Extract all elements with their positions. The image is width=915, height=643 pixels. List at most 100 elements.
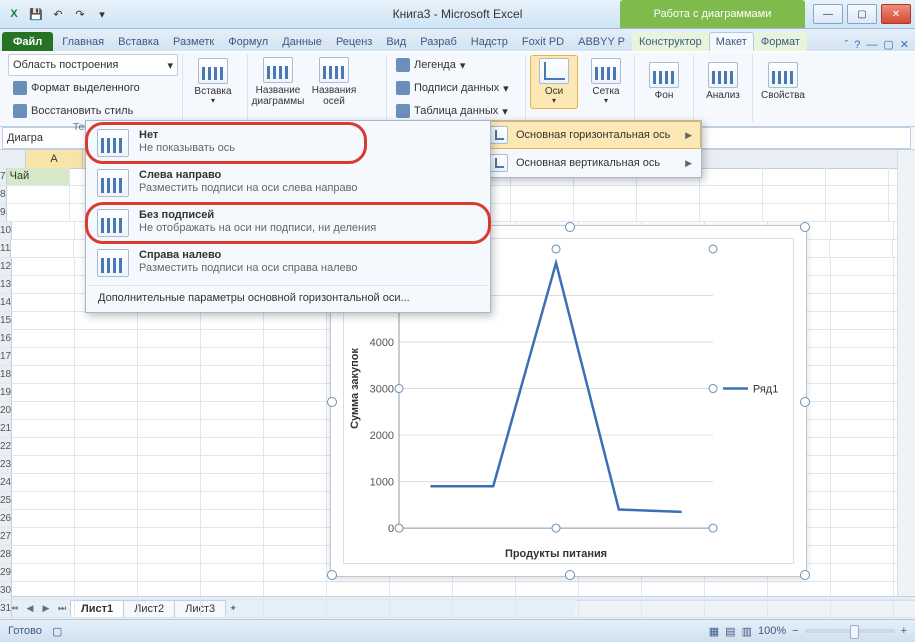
cell[interactable] (12, 546, 75, 563)
cell[interactable] (264, 384, 327, 401)
cell[interactable] (826, 204, 889, 221)
cell[interactable] (574, 186, 637, 203)
cell[interactable] (700, 204, 763, 221)
cell[interactable] (763, 168, 826, 185)
cell[interactable] (511, 186, 574, 203)
cell[interactable]: Чай (7, 168, 70, 185)
view-page-icon[interactable]: ▤ (725, 625, 735, 638)
cell[interactable] (831, 420, 894, 437)
help-icon[interactable]: ? (854, 39, 860, 51)
gridlines-button[interactable]: Сетка▾ (582, 55, 630, 109)
cell[interactable] (264, 438, 327, 455)
insert-button[interactable]: Вставка▾ (187, 55, 239, 109)
tab-chart-layout[interactable]: Макет (709, 32, 754, 51)
cell[interactable] (75, 564, 138, 581)
save-icon[interactable]: 💾 (26, 4, 46, 24)
row-header[interactable]: 26 (0, 510, 12, 527)
cell[interactable] (642, 600, 705, 617)
chart-title-button[interactable]: Название диаграммы (252, 55, 304, 109)
cell[interactable] (831, 366, 894, 383)
cell[interactable] (138, 492, 201, 509)
cell[interactable] (12, 564, 75, 581)
close-button[interactable]: ✕ (881, 4, 911, 24)
cell[interactable] (201, 474, 264, 491)
cell[interactable] (138, 420, 201, 437)
row-header[interactable]: 27 (0, 528, 12, 545)
cell[interactable] (516, 600, 579, 617)
cell[interactable] (12, 510, 75, 527)
cell[interactable] (831, 492, 894, 509)
cell[interactable] (831, 600, 894, 617)
cell[interactable] (768, 600, 831, 617)
cell[interactable] (12, 600, 75, 617)
tab-home[interactable]: Главная (55, 32, 111, 51)
cell[interactable] (264, 510, 327, 527)
cell[interactable] (264, 492, 327, 509)
cell[interactable] (75, 330, 138, 347)
tab-view[interactable]: Вид (379, 32, 413, 51)
axis-option-rtl[interactable]: Справа налевоРазместить подписи на оси с… (88, 243, 488, 283)
cell[interactable] (831, 312, 894, 329)
cell[interactable] (264, 564, 327, 581)
cell[interactable] (75, 456, 138, 473)
cell[interactable] (138, 366, 201, 383)
cell[interactable] (12, 582, 75, 599)
cell[interactable] (264, 402, 327, 419)
zoom-in-button[interactable]: + (901, 625, 907, 637)
cell[interactable] (831, 402, 894, 419)
cell[interactable] (138, 474, 201, 491)
cell[interactable] (826, 186, 889, 203)
doc-close-icon[interactable]: ✕ (900, 38, 909, 51)
cell[interactable] (201, 582, 264, 599)
tab-design[interactable]: Конструктор (632, 32, 709, 51)
cell[interactable] (138, 546, 201, 563)
cell[interactable] (201, 420, 264, 437)
axis-option-none[interactable]: НетНе показывать ось (88, 123, 488, 163)
cell[interactable] (831, 348, 894, 365)
reset-style-button[interactable]: Восстановить стиль (8, 100, 178, 122)
cell[interactable] (75, 348, 138, 365)
qat-more-icon[interactable]: ▾ (92, 4, 112, 24)
cell[interactable] (12, 258, 75, 275)
cell[interactable] (12, 276, 75, 293)
cell[interactable] (201, 330, 264, 347)
tab-addins[interactable]: Надстр (464, 32, 515, 51)
cell[interactable] (831, 294, 894, 311)
cell[interactable] (390, 582, 453, 599)
axes-vertical-item[interactable]: Основная вертикальная ось▶ (481, 149, 701, 177)
cell[interactable] (7, 204, 70, 221)
cell[interactable] (264, 546, 327, 563)
row-header[interactable]: 12 (0, 258, 12, 275)
cell[interactable] (831, 510, 894, 527)
cell[interactable] (831, 384, 894, 401)
cell[interactable] (75, 546, 138, 563)
cell[interactable] (705, 600, 768, 617)
cell[interactable] (12, 438, 75, 455)
col-header[interactable]: A (26, 150, 83, 168)
cell[interactable] (138, 456, 201, 473)
cell[interactable] (579, 600, 642, 617)
cell[interactable] (201, 402, 264, 419)
cell[interactable] (763, 204, 826, 221)
legend-button[interactable]: Легенда ▾ (391, 54, 514, 76)
row-header[interactable]: 17 (0, 348, 12, 365)
row-header[interactable]: 13 (0, 276, 12, 293)
format-selection-button[interactable]: Формат выделенного (8, 77, 178, 99)
cell[interactable] (12, 492, 75, 509)
row-header[interactable]: 20 (0, 402, 12, 419)
row-header[interactable]: 10 (0, 222, 12, 239)
cell[interactable] (75, 474, 138, 491)
redo-icon[interactable]: ↷ (70, 4, 90, 24)
row-header[interactable]: 25 (0, 492, 12, 509)
cell[interactable] (705, 582, 768, 599)
row-header[interactable]: 30 (0, 582, 12, 599)
cell[interactable] (75, 600, 138, 617)
axes-horizontal-item[interactable]: Основная горизонтальная ось▶ (481, 121, 701, 149)
axis-titles-button[interactable]: Названия осей (308, 55, 360, 109)
cell[interactable] (138, 312, 201, 329)
row-header[interactable]: 29 (0, 564, 12, 581)
cell[interactable] (831, 456, 894, 473)
cell[interactable] (264, 366, 327, 383)
tab-foxit[interactable]: Foxit PD (515, 32, 571, 51)
cell[interactable] (264, 474, 327, 491)
